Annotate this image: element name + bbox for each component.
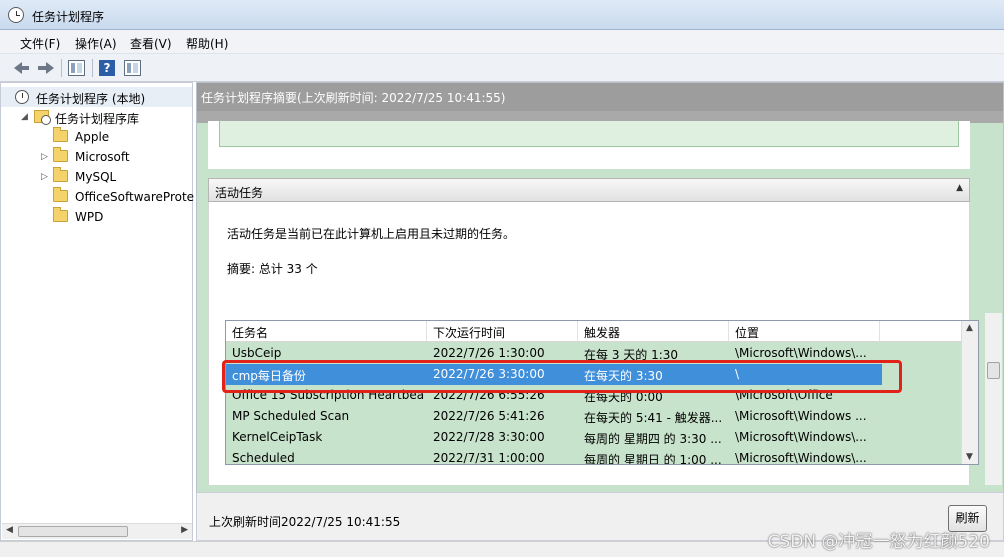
table-row[interactable]: MP Scheduled Scan 2022/7/26 5:41:26 在每天的… (226, 406, 882, 427)
tree-item-mysql[interactable]: ▷ MySQL (1, 167, 192, 187)
toolbar-divider (61, 59, 62, 77)
tree-item-label: MySQL (75, 170, 117, 184)
window-title: 任务计划程序 (32, 10, 105, 24)
active-tasks-total: 摘要: 总计 33 个 (227, 262, 318, 276)
summary-title: 任务计划程序摘要(上次刷新时间: 2022/7/25 10:41:55) (201, 91, 506, 105)
tree-horizontal-scrollbar[interactable]: ◀ ▶ (2, 523, 192, 539)
collapse-icon[interactable]: ▲ (956, 183, 963, 193)
help-button[interactable]: ? (97, 58, 117, 78)
summary-pane: 任务计划程序摘要(上次刷新时间: 2022/7/25 10:41:55) 活动任… (196, 82, 1004, 541)
toolbar: ? (0, 54, 1004, 82)
task-status-section (208, 121, 970, 169)
table-row[interactable]: KernelCeipTask 2022/7/28 3:30:00 每周的 星期四… (226, 427, 882, 448)
tree-item-root[interactable]: 任务计划程序 (本地) (1, 87, 192, 107)
toolbar-divider (92, 59, 93, 77)
tree-item-apple[interactable]: Apple (1, 127, 192, 147)
menu-view[interactable]: 查看(V) (130, 35, 172, 52)
tree-item-label: Apple (75, 130, 110, 144)
column-header-filler (880, 321, 962, 342)
back-button[interactable] (12, 58, 32, 78)
column-header-location[interactable]: 位置 (729, 321, 880, 342)
summary-header: 任务计划程序摘要(上次刷新时间: 2022/7/25 10:41:55) (197, 83, 1003, 111)
scroll-up-icon[interactable]: ▲ (966, 323, 973, 333)
folder-icon (53, 207, 68, 222)
scrollbar-thumb[interactable] (987, 362, 1000, 379)
console-tree: 任务计划程序 (本地) ◢ 任务计划程序库 Apple ▷ Microsoft … (0, 82, 195, 541)
tree-item-label: OfficeSoftwareProte (75, 190, 195, 204)
collapsed-arrow-icon[interactable]: ▷ (41, 152, 48, 162)
show-hide-console-tree-button[interactable] (66, 58, 86, 78)
active-tasks-header[interactable]: 活动任务 ▲ (208, 178, 970, 202)
active-tasks-body: 活动任务是当前已在此计算机上启用且未过期的任务。 摘要: 总计 33 个 任务名… (208, 202, 979, 485)
tree-item-label: WPD (75, 210, 104, 224)
scroll-right-icon[interactable]: ▶ (181, 525, 188, 535)
title-bar: 任务计划程序 (0, 0, 1004, 30)
forward-icon (46, 62, 54, 74)
scroll-left-icon[interactable]: ◀ (6, 525, 13, 535)
column-header-task-name[interactable]: 任务名 (226, 321, 427, 342)
active-tasks-title: 活动任务 (215, 186, 264, 200)
column-header-next-run[interactable]: 下次运行时间 (427, 321, 578, 342)
tree-item-wpd[interactable]: WPD (1, 207, 192, 227)
tree-item-officesoftwareprote[interactable]: OfficeSoftwareProte (1, 187, 195, 207)
folder-icon (53, 167, 68, 182)
table-row[interactable]: Scheduled 2022/7/31 1:00:00 每周的 星期日 的 1:… (226, 448, 882, 464)
folder-icon (53, 187, 68, 202)
last-refresh-time: 上次刷新时间2022/7/25 10:41:55 (209, 515, 401, 529)
clock-icon (8, 7, 24, 23)
scroll-down-icon[interactable]: ▼ (966, 452, 973, 462)
menu-file[interactable]: 文件(F) (20, 35, 60, 52)
expanded-arrow-icon[interactable]: ◢ (21, 112, 28, 122)
show-hide-action-pane-button[interactable] (122, 58, 142, 78)
table-vertical-scrollbar[interactable]: ▲ ▼ (961, 321, 978, 464)
clock-icon (15, 90, 29, 104)
highlight-box (222, 360, 902, 393)
column-header-trigger[interactable]: 触发器 (578, 321, 729, 342)
folder-icon (53, 147, 68, 162)
menu-help[interactable]: 帮助(H) (186, 35, 228, 52)
folder-icon (53, 127, 68, 142)
watermark: CSDN @冲冠一怒为红颜520 (767, 532, 990, 552)
tree-item-microsoft[interactable]: ▷ Microsoft (1, 147, 192, 167)
tree-item-library[interactable]: ◢ 任务计划程序库 (1, 107, 192, 127)
help-icon: ? (99, 60, 115, 76)
forward-button[interactable] (36, 58, 56, 78)
action-pane-icon (124, 60, 141, 76)
collapsed-arrow-icon[interactable]: ▷ (41, 172, 48, 182)
menu-bar: 文件(F) 操作(A) 查看(V) 帮助(H) (0, 30, 1004, 54)
task-library-icon (34, 110, 51, 125)
task-status-content (219, 121, 959, 147)
tree-item-label: Microsoft (75, 150, 130, 164)
active-tasks-description: 活动任务是当前已在此计算机上启用且未过期的任务。 (227, 227, 516, 241)
scrollbar-thumb[interactable] (18, 526, 128, 537)
menu-action[interactable]: 操作(A) (75, 35, 117, 52)
console-tree-icon (68, 60, 85, 76)
tree-item-label: 任务计划程序 (本地) (36, 92, 146, 106)
summary-vertical-scrollbar[interactable] (985, 313, 1002, 485)
tree-item-label: 任务计划程序库 (55, 112, 140, 126)
